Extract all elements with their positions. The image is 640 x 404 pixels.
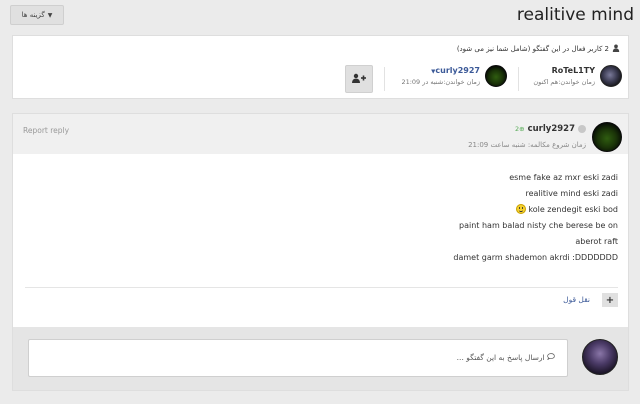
comment-icon (545, 353, 555, 362)
reply-placeholder-text: ارسال پاسخ به این گفتگو ... (456, 353, 545, 362)
smiley-icon (515, 204, 526, 214)
reply-input[interactable]: ارسال پاسخ به این گفتگو ... (28, 339, 568, 377)
report-reply-link[interactable]: Report reply (23, 126, 69, 135)
message-header: Report reply curly2927 2⊕ زمان شروع مکال… (13, 114, 628, 154)
participants-summary: 2 کاربر فعال در این گفتگو (شامل شما نیز … (457, 44, 620, 54)
thread-title: realitive mind (516, 5, 634, 25)
participant-seen-time: زمان خواندن:هم اکنون (533, 78, 595, 86)
caret-down-icon: ▼ (47, 11, 53, 19)
add-user-icon (352, 73, 366, 86)
message-author-line: curly2927 2⊕ (515, 124, 586, 134)
message-line: paint ham balad nisty che berese be on (459, 221, 618, 230)
reply-placeholder: ارسال پاسخ به این گفتگو ... (457, 353, 555, 362)
participant-card-curly2927[interactable]: ▼curly2927 زمان خواندن:شنبه در 21:09 (395, 65, 507, 91)
reputation-badge: 2⊕ (515, 125, 525, 133)
users-icon (612, 44, 620, 54)
message-panel: Report reply curly2927 2⊕ زمان شروع مکال… (12, 113, 629, 391)
options-button-label: گزینه ها (21, 11, 45, 19)
conversation-start-time: زمان شروع مکالمه: شنبه ساعت 21:09 (468, 141, 586, 149)
status-dot-icon (578, 125, 586, 133)
message-line: aberot raft (575, 237, 618, 246)
plus-icon[interactable]: + (602, 293, 618, 307)
participant-name[interactable]: curly2927 (435, 66, 480, 75)
divider (384, 67, 385, 91)
divider (518, 67, 519, 91)
message-line: kole zendegit eski bod (58, 202, 618, 218)
avatar[interactable] (600, 65, 622, 87)
quote-link[interactable]: نقل قول (563, 295, 590, 304)
message-author-name[interactable]: curly2927 (528, 124, 575, 134)
message-line-text: kole zendegit eski bod (528, 205, 618, 214)
avatar[interactable] (592, 122, 622, 152)
participants-summary-text: 2 کاربر فعال در این گفتگو (شامل شما نیز … (456, 45, 609, 53)
participant-name-link[interactable]: ▼curly2927 (431, 66, 480, 75)
message-line: esme fake az mxr eski zadi (509, 173, 618, 182)
message-line: damet garm shademon akrdi :DDDDDDD (453, 253, 618, 262)
divider (25, 287, 618, 288)
message-body: esme fake az mxr eski zadi realitive min… (58, 170, 618, 266)
message-line: realitive mind eski zadi (525, 189, 618, 198)
participant-card-rotel1ty[interactable]: RoTeL1TY زمان خواندن:هم اکنون (528, 65, 622, 91)
participant-name[interactable]: RoTeL1TY (552, 66, 595, 75)
options-button[interactable]: گزینه ها ▼ (10, 5, 64, 25)
plus-circle-icon: ⊕ (519, 125, 525, 133)
participant-seen-time: زمان خواندن:شنبه در 21:09 (401, 78, 480, 86)
avatar (582, 339, 618, 375)
reply-area: ارسال پاسخ به این گفتگو ... (13, 327, 628, 390)
add-participant-button[interactable] (345, 65, 373, 93)
avatar[interactable] (485, 65, 507, 87)
